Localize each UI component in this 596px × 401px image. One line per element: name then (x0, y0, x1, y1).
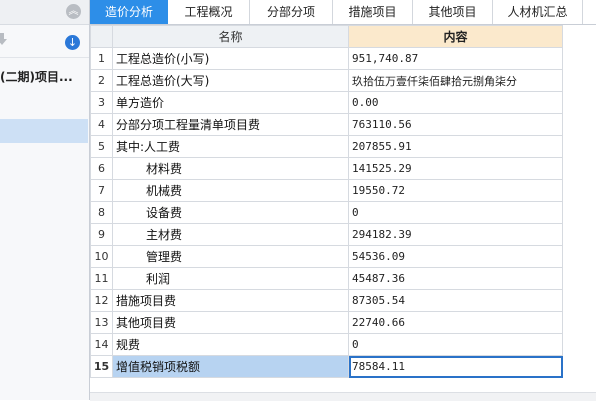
row-number: 2 (90, 69, 113, 92)
row-name[interactable]: 措施项目费 (112, 289, 349, 312)
table-row[interactable]: 10 管理费 54536.09 (90, 245, 563, 268)
tab-cost-analysis[interactable]: 造价分析 (90, 0, 168, 24)
row-name[interactable]: 管理费 (112, 245, 349, 268)
row-number: 7 (90, 179, 113, 202)
tab-labor-material-summary[interactable]: 人材机汇总 (493, 0, 583, 24)
row-number: 6 (90, 157, 113, 180)
table-row[interactable]: 13 其他项目费 22740.66 (90, 311, 563, 334)
row-number: 14 (90, 333, 113, 356)
project-tree-item[interactable]: (二期)项目... (0, 68, 90, 85)
row-name[interactable]: 其他项目费 (112, 311, 349, 334)
row-name[interactable]: 利润 (112, 267, 349, 290)
download-icon[interactable]: ↓ (65, 35, 80, 50)
row-name[interactable]: 分部分项工程量清单项目费 (112, 113, 349, 136)
row-value[interactable]: 0.00 (348, 91, 563, 114)
down-arrow-icon[interactable] (0, 33, 8, 47)
row-number: 3 (90, 91, 113, 114)
left-panel: ︽ ↓ (二期)项目... (0, 0, 90, 400)
left-panel-header: ︽ (0, 0, 89, 25)
tab-other-items[interactable]: 其他项目 (413, 0, 493, 24)
row-number: 1 (90, 47, 113, 70)
row-name[interactable]: 工程总造价(小写) (112, 47, 349, 70)
row-number: 15 (90, 355, 113, 378)
row-name[interactable]: 工程总造价(大写) (112, 69, 349, 92)
row-value[interactable]: 19550.72 (348, 179, 563, 202)
chevron-up-icon[interactable]: ︽ (66, 4, 81, 19)
table-row[interactable]: 14 规费 0 (90, 333, 563, 356)
table-row[interactable]: 2 工程总造价(大写) 玖拾伍万壹仟柒佰肆拾元捌角柒分 (90, 69, 563, 92)
row-number: 8 (90, 201, 113, 224)
tab-project-overview[interactable]: 工程概况 (168, 0, 250, 24)
row-value[interactable]: 141525.29 (348, 157, 563, 180)
content-column-header[interactable]: 内容 (348, 25, 563, 48)
row-number: 11 (90, 267, 113, 290)
table-row[interactable]: 4 分部分项工程量清单项目费 763110.56 (90, 113, 563, 136)
row-value[interactable]: 763110.56 (348, 113, 563, 136)
row-value[interactable]: 294182.39 (348, 223, 563, 246)
row-value-input[interactable]: 78584.11 (348, 355, 563, 378)
table-row[interactable]: 1 工程总造价(小写) 951,740.87 (90, 47, 563, 70)
row-name[interactable]: 设备费 (112, 201, 349, 224)
table-row[interactable]: 9 主材费 294182.39 (90, 223, 563, 246)
tab-bar: 造价分析 工程概况 分部分项 措施项目 其他项目 人材机汇总 (90, 0, 596, 25)
row-number: 4 (90, 113, 113, 136)
row-value[interactable]: 0 (348, 333, 563, 356)
row-name[interactable]: 增值税销项税额 (112, 355, 349, 378)
row-number: 10 (90, 245, 113, 268)
table-row[interactable]: 7 机械费 19550.72 (90, 179, 563, 202)
row-number: 9 (90, 223, 113, 246)
row-name[interactable]: 单方造价 (112, 91, 349, 114)
name-column-header[interactable]: 名称 (112, 25, 349, 48)
row-name[interactable]: 规费 (112, 333, 349, 356)
row-name[interactable]: 机械费 (112, 179, 349, 202)
row-number-header (90, 25, 113, 48)
row-value[interactable]: 951,740.87 (348, 47, 563, 70)
table-row[interactable]: 3 单方造价 0.00 (90, 91, 563, 114)
tab-sub-items[interactable]: 分部分项 (250, 0, 333, 24)
selected-tree-item[interactable] (0, 119, 88, 143)
table-row[interactable]: 5 其中:人工费 207855.91 (90, 135, 563, 158)
row-value[interactable]: 玖拾伍万壹仟柒佰肆拾元捌角柒分 (348, 69, 563, 92)
table-row[interactable]: 11 利润 45487.36 (90, 267, 563, 290)
row-number: 5 (90, 135, 113, 158)
row-name[interactable]: 主材费 (112, 223, 349, 246)
cost-analysis-grid: 名称 内容 1 工程总造价(小写) 951,740.87 2 工程总造价(大写)… (90, 25, 563, 378)
row-value[interactable]: 0 (348, 201, 563, 224)
table-row[interactable]: 12 措施项目费 87305.54 (90, 289, 563, 312)
table-row[interactable]: 6 材料费 141525.29 (90, 157, 563, 180)
table-row[interactable]: 8 设备费 0 (90, 201, 563, 224)
row-value[interactable]: 87305.54 (348, 289, 563, 312)
row-value[interactable]: 207855.91 (348, 135, 563, 158)
row-name[interactable]: 其中:人工费 (112, 135, 349, 158)
table-row-selected[interactable]: 15 增值税销项税额 78584.11 (90, 355, 563, 378)
left-panel-toolbar: ↓ (0, 25, 89, 58)
row-value[interactable]: 54536.09 (348, 245, 563, 268)
row-name[interactable]: 材料费 (112, 157, 349, 180)
row-number: 13 (90, 311, 113, 334)
row-value[interactable]: 45487.36 (348, 267, 563, 290)
row-number: 12 (90, 289, 113, 312)
row-value[interactable]: 22740.66 (348, 311, 563, 334)
tab-measures[interactable]: 措施项目 (333, 0, 413, 24)
